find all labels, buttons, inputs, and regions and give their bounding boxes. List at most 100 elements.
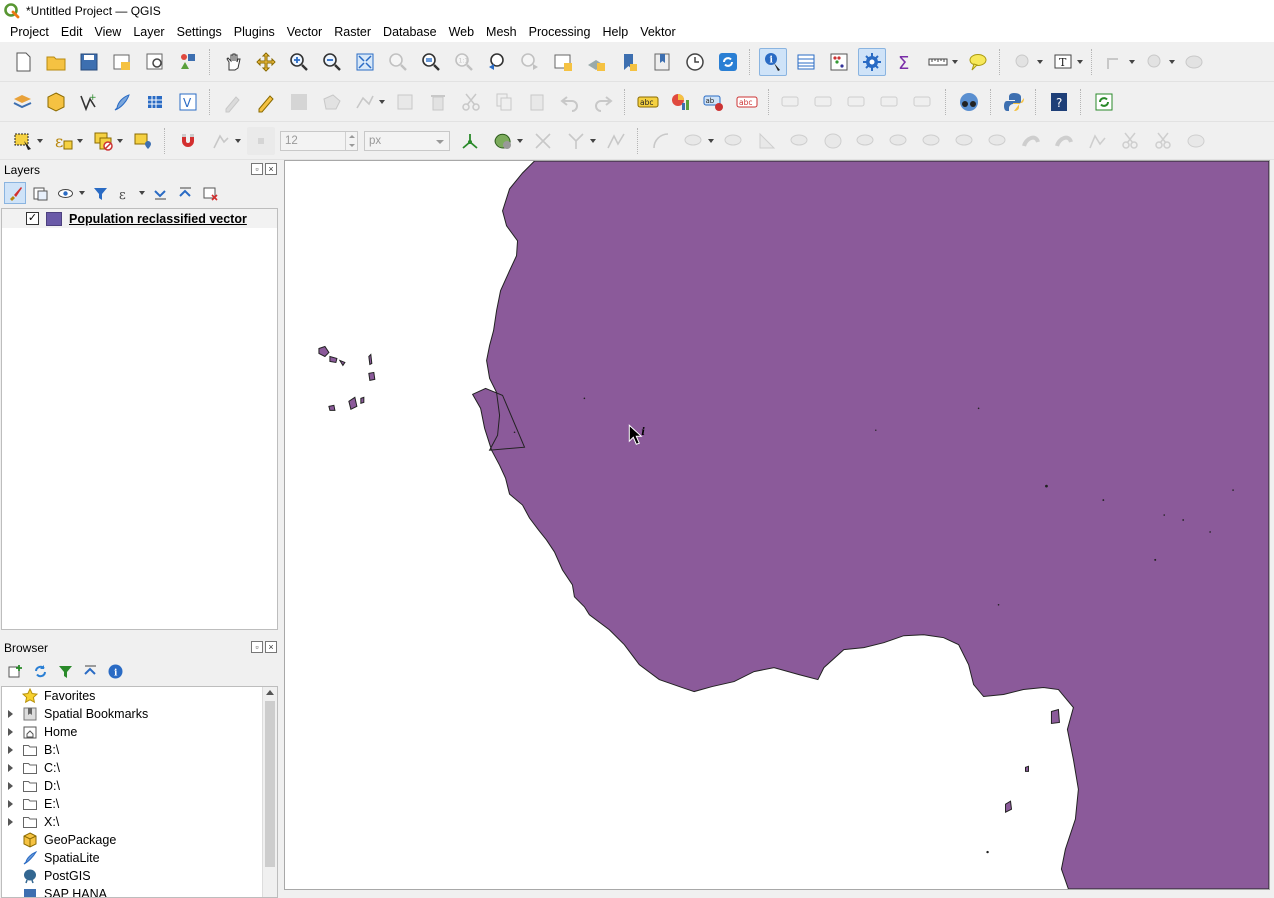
bioko-island[interactable]	[1050, 708, 1060, 725]
layer-visibility-checkbox[interactable]: ✓	[26, 212, 39, 225]
menu-help[interactable]: Help	[596, 25, 634, 39]
browser-item-drive-c[interactable]: C:\	[2, 759, 277, 777]
add-delimited-text-button[interactable]	[108, 88, 136, 116]
reshape-features-button[interactable]	[1017, 127, 1045, 155]
cape-verde-island[interactable]	[368, 371, 376, 381]
delete-selected-button[interactable]	[424, 88, 452, 116]
open-attribute-table-button[interactable]	[792, 48, 820, 76]
browser-panel-close-button[interactable]: ×	[265, 641, 277, 653]
expand-arrow[interactable]	[8, 817, 18, 827]
offset-tracing-button[interactable]	[602, 127, 630, 155]
rotate-feature-button[interactable]	[753, 127, 781, 155]
new-bookmark-button[interactable]	[615, 48, 643, 76]
add-group-button[interactable]	[29, 182, 51, 204]
select-by-location-button[interactable]	[129, 127, 157, 155]
open-project-button[interactable]	[42, 48, 70, 76]
tracing-button[interactable]	[562, 127, 590, 155]
browser-item-postgis[interactable]: PostGIS	[2, 867, 277, 885]
move-feature-button[interactable]	[720, 127, 748, 155]
digitize-shape-button[interactable]	[1101, 48, 1129, 76]
show-hide-labels-button[interactable]	[811, 88, 839, 116]
menu-mesh[interactable]: Mesh	[480, 25, 523, 39]
menu-edit[interactable]: Edit	[55, 25, 89, 39]
text-annotation-button[interactable]: T	[1049, 48, 1077, 76]
browser-item-drive-x[interactable]: X:\	[2, 813, 277, 831]
add-circle-button[interactable]	[680, 127, 708, 155]
new-3d-map-view-button[interactable]	[582, 48, 610, 76]
simplify-feature-button[interactable]	[819, 127, 847, 155]
menu-database[interactable]: Database	[377, 25, 443, 39]
browser-item-drive-b[interactable]: B:\	[2, 741, 277, 759]
split-parts-button[interactable]	[1149, 127, 1177, 155]
snapping-tolerance-input[interactable]: 12	[280, 130, 358, 151]
menu-web[interactable]: Web	[443, 25, 480, 39]
open-layer-styling-button[interactable]	[4, 182, 26, 204]
measure-line-button[interactable]	[924, 48, 952, 76]
pin-unpin-labels-button[interactable]	[778, 88, 806, 116]
add-virtual-layer-button[interactable]: V	[174, 88, 202, 116]
filter-browser-button[interactable]	[54, 660, 76, 682]
layers-panel-close-button[interactable]: ×	[265, 163, 277, 175]
expand-all-button[interactable]	[149, 182, 171, 204]
expand-arrow[interactable]	[8, 727, 18, 737]
layout-manager-button[interactable]	[141, 48, 169, 76]
reverse-line-button[interactable]	[1083, 127, 1111, 155]
measure-dropdown[interactable]	[951, 48, 959, 76]
quickmapservices-button[interactable]	[955, 88, 983, 116]
temporal-controller-button[interactable]	[681, 48, 709, 76]
self-snapping-button[interactable]	[529, 127, 557, 155]
modify-attributes-button[interactable]	[391, 88, 419, 116]
enable-properties-widget-button[interactable]: i	[104, 660, 126, 682]
map-canvas[interactable]: i	[284, 160, 1270, 890]
menu-vektor[interactable]: Vektor	[634, 25, 681, 39]
vertex-tool-dropdown[interactable]	[378, 88, 386, 116]
split-features-button[interactable]	[1116, 127, 1144, 155]
layer-row[interactable]: ✓ Population reclassified vector	[2, 209, 277, 228]
zoom-next-button[interactable]	[516, 48, 544, 76]
undo-button[interactable]	[556, 88, 584, 116]
browser-scrollbar[interactable]	[262, 687, 277, 897]
scrollbar-thumb[interactable]	[265, 701, 275, 867]
landmass-polygon[interactable]	[471, 161, 1269, 889]
browser-item-spatial-bookmarks[interactable]: Spatial Bookmarks	[2, 705, 277, 723]
cape-verde-island[interactable]	[360, 396, 365, 405]
expand-arrow[interactable]	[8, 709, 18, 719]
fill-ring-button[interactable]	[1181, 48, 1209, 76]
expand-arrow[interactable]	[8, 799, 18, 809]
snapping-intersection-button[interactable]	[489, 127, 517, 155]
menu-view[interactable]: View	[88, 25, 127, 39]
menu-plugins[interactable]: Plugins	[228, 25, 281, 39]
remove-layer-button[interactable]	[199, 182, 221, 204]
current-edits-button[interactable]	[219, 88, 247, 116]
expand-arrow[interactable]	[8, 781, 18, 791]
copy-features-button[interactable]	[490, 88, 518, 116]
toggle-editing-button[interactable]	[252, 88, 280, 116]
select-by-expression-button[interactable]: ε	[49, 127, 77, 155]
browser-item-home[interactable]: Home	[2, 723, 277, 741]
python-console-button[interactable]	[1000, 88, 1028, 116]
expand-arrow[interactable]	[8, 763, 18, 773]
menu-vector[interactable]: Vector	[281, 25, 328, 39]
filter-legend-button[interactable]	[89, 182, 111, 204]
browser-item-drive-d[interactable]: D:\	[2, 777, 277, 795]
select-tool-dropdown[interactable]	[1036, 48, 1044, 76]
topological-editing-button[interactable]	[456, 127, 484, 155]
identify-features-button[interactable]: i	[758, 47, 787, 76]
tracing-dropdown[interactable]	[589, 127, 597, 155]
expand-arrow[interactable]	[8, 745, 18, 755]
show-bookmarks-button[interactable]	[648, 48, 676, 76]
rotate-label-button[interactable]	[877, 88, 905, 116]
filter-expression-dropdown[interactable]	[139, 182, 146, 204]
statistical-summary-button[interactable]: Σ	[891, 48, 919, 76]
digitize-shape-dropdown[interactable]	[1128, 48, 1136, 76]
deselect-dropdown[interactable]	[116, 127, 124, 155]
browser-item-spatialite[interactable]: SpatiaLite	[2, 849, 277, 867]
processing-toolbox-button[interactable]	[857, 47, 886, 76]
change-label-button[interactable]	[910, 88, 938, 116]
cape-verde-island[interactable]	[368, 353, 373, 366]
diagram-options-button[interactable]	[667, 88, 695, 116]
menu-processing[interactable]: Processing	[523, 25, 597, 39]
layer-labeling-button[interactable]: abc	[634, 88, 662, 116]
highlight-pinned-labels-button[interactable]: ab	[700, 88, 728, 116]
help-contents-button[interactable]: ?	[1045, 88, 1073, 116]
